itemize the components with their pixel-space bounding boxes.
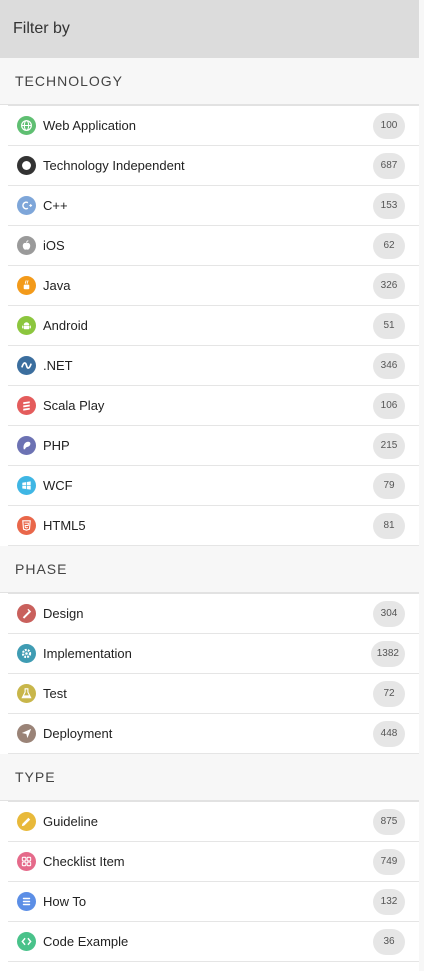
checklist-icon bbox=[17, 852, 36, 871]
filter-item-web-application[interactable]: Web Application 100 bbox=[8, 105, 419, 146]
filter-item-ios[interactable]: iOS 62 bbox=[8, 226, 419, 266]
filter-item-code-example[interactable]: Code Example 36 bbox=[8, 922, 419, 962]
filter-item-checklist-item[interactable]: Checklist Item 749 bbox=[8, 842, 419, 882]
implementation-gear-icon bbox=[17, 644, 36, 663]
count-badge: 687 bbox=[373, 152, 405, 179]
count-badge: 100 bbox=[373, 112, 405, 139]
web-application-icon bbox=[17, 116, 36, 135]
count-badge: 346 bbox=[373, 352, 405, 379]
filter-item-label: Java bbox=[43, 278, 71, 293]
dotnet-icon bbox=[17, 356, 36, 375]
filter-item-label: .NET bbox=[43, 358, 73, 373]
guideline-icon bbox=[17, 812, 36, 831]
count-badge: 36 bbox=[373, 928, 405, 955]
code-example-icon bbox=[17, 932, 36, 951]
filter-item-label: Scala Play bbox=[43, 398, 105, 413]
count-badge: 153 bbox=[373, 192, 405, 219]
scala-icon bbox=[17, 396, 36, 415]
technology-list: Web Application 100 Technology Independe… bbox=[0, 105, 419, 546]
filter-item-implementation[interactable]: Implementation 1382 bbox=[8, 634, 419, 674]
technology-independent-icon bbox=[17, 156, 36, 175]
phase-list: Design 304 Implementation 1382 Test 72 D… bbox=[0, 593, 419, 754]
design-icon bbox=[17, 604, 36, 623]
count-badge: 875 bbox=[373, 808, 405, 835]
filter-panel: Filter by TECHNOLOGY Web Application 100… bbox=[0, 0, 419, 971]
filter-item-label: C++ bbox=[43, 198, 68, 213]
filter-item-design[interactable]: Design 304 bbox=[8, 593, 419, 634]
filter-item-wcf[interactable]: WCF 79 bbox=[8, 466, 419, 506]
count-badge: 448 bbox=[373, 720, 405, 747]
count-badge: 72 bbox=[373, 680, 405, 707]
filter-item-label: HTML5 bbox=[43, 518, 86, 533]
section-title-technology: TECHNOLOGY bbox=[0, 58, 419, 105]
type-list: Guideline 875 Checklist Item 749 How To … bbox=[0, 801, 419, 962]
section-title-phase: PHASE bbox=[0, 546, 419, 593]
how-to-list-icon bbox=[17, 892, 36, 911]
count-badge: 215 bbox=[373, 432, 405, 459]
section-title-text: PHASE bbox=[15, 561, 68, 577]
android-icon bbox=[17, 316, 36, 335]
count-badge: 79 bbox=[373, 472, 405, 499]
html5-icon bbox=[17, 516, 36, 535]
filter-item-label: Web Application bbox=[43, 118, 136, 133]
filter-item-label: Test bbox=[43, 686, 67, 701]
filter-item-java[interactable]: Java 326 bbox=[8, 266, 419, 306]
count-badge: 1382 bbox=[370, 640, 405, 667]
wcf-icon bbox=[17, 476, 36, 495]
filter-item-technology-independent[interactable]: Technology Independent 687 bbox=[8, 146, 419, 186]
count-badge: 749 bbox=[373, 848, 405, 875]
filter-item-test[interactable]: Test 72 bbox=[8, 674, 419, 714]
count-badge: 304 bbox=[373, 600, 405, 627]
cplusplus-icon bbox=[17, 196, 36, 215]
count-badge: 51 bbox=[373, 312, 405, 339]
apple-icon bbox=[17, 236, 36, 255]
filter-item-deployment[interactable]: Deployment 448 bbox=[8, 714, 419, 754]
filter-item-label: Android bbox=[43, 318, 88, 333]
count-badge: 62 bbox=[373, 232, 405, 259]
filter-item-label: Code Example bbox=[43, 934, 129, 949]
filter-header: Filter by bbox=[0, 0, 419, 58]
filter-item-label: Implementation bbox=[43, 646, 132, 661]
filter-item-guideline[interactable]: Guideline 875 bbox=[8, 801, 419, 842]
filter-item-label: Deployment bbox=[43, 726, 113, 741]
filter-item-label: Checklist Item bbox=[43, 854, 125, 869]
filter-item-label: Guideline bbox=[43, 814, 98, 829]
count-badge: 326 bbox=[373, 272, 405, 299]
deployment-plane-icon bbox=[17, 724, 36, 743]
java-icon bbox=[17, 276, 36, 295]
filter-item-scala-play[interactable]: Scala Play 106 bbox=[8, 386, 419, 426]
filter-item-php[interactable]: PHP 215 bbox=[8, 426, 419, 466]
filter-item-label: PHP bbox=[43, 438, 70, 453]
test-flask-icon bbox=[17, 684, 36, 703]
filter-item-dotnet[interactable]: .NET 346 bbox=[8, 346, 419, 386]
count-badge: 132 bbox=[373, 888, 405, 915]
php-icon bbox=[17, 436, 36, 455]
filter-item-label: Design bbox=[43, 606, 84, 621]
section-title-text: TECHNOLOGY bbox=[15, 73, 124, 89]
section-title-type: TYPE bbox=[0, 754, 419, 801]
count-badge: 106 bbox=[373, 392, 405, 419]
filter-item-label: WCF bbox=[43, 478, 73, 493]
filter-item-label: How To bbox=[43, 894, 87, 909]
filter-item-html5[interactable]: HTML5 81 bbox=[8, 506, 419, 546]
count-badge: 81 bbox=[373, 512, 405, 539]
filter-item-how-to[interactable]: How To 132 bbox=[8, 882, 419, 922]
filter-item-label: iOS bbox=[43, 238, 65, 253]
filter-item-cplusplus[interactable]: C++ 153 bbox=[8, 186, 419, 226]
filter-item-label: Technology Independent bbox=[43, 158, 185, 173]
filter-title: Filter by bbox=[13, 20, 70, 37]
section-title-text: TYPE bbox=[15, 769, 56, 785]
filter-item-android[interactable]: Android 51 bbox=[8, 306, 419, 346]
